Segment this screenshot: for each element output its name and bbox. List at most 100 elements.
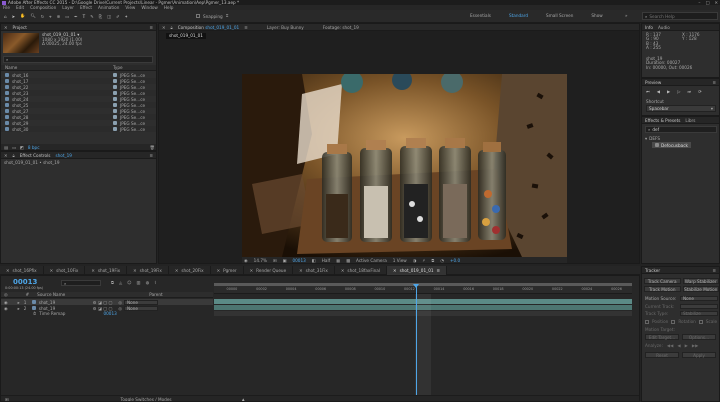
snapping-checkbox[interactable] <box>196 14 200 18</box>
panel-close-icon[interactable]: ✕ <box>4 153 8 158</box>
position-checkbox[interactable] <box>645 319 649 324</box>
close-icon[interactable]: ✕ <box>91 268 95 273</box>
tab-audio[interactable]: Audio <box>658 25 670 30</box>
rotation-checkbox[interactable] <box>671 319 676 324</box>
tab-comp-shot-31fix[interactable]: ✕ shot_31Fix <box>293 265 335 275</box>
tab-layer[interactable]: Layer: Buy Bunny <box>267 25 304 30</box>
safe-area-icon[interactable]: ⊞ <box>273 258 277 263</box>
label-color-icon[interactable] <box>113 79 117 83</box>
new-comp-icon[interactable]: ◩ <box>20 145 24 150</box>
eye-icon[interactable]: ◉ <box>4 306 8 311</box>
panel-menu-icon[interactable]: ≡ <box>149 153 153 158</box>
tab-comp-shot-20fix[interactable]: ✕ shot_20Fix <box>169 265 211 275</box>
effect-controls-title[interactable]: Effect Controls <box>20 153 51 158</box>
list-item[interactable]: shot_30 JPEG Se...ce <box>1 126 156 132</box>
workspace-show[interactable]: Show <box>591 13 602 18</box>
snapshot-icon[interactable]: ▣ <box>282 258 286 263</box>
close-icon[interactable]: ✕ <box>341 268 345 273</box>
shy-icon[interactable]: ☺︎ <box>127 280 131 285</box>
rectangle-tool-icon[interactable]: ▭ <box>65 14 69 19</box>
tab-comp-shot-16pfix[interactable]: ✕ shot_16Pfix <box>0 265 44 275</box>
list-item[interactable]: shot_24 JPEG Se...ce <box>1 96 156 102</box>
layer-name[interactable]: shot_19 <box>39 300 89 305</box>
fast-preview-icon[interactable]: ⚡︎ <box>422 258 425 263</box>
panel-close-icon[interactable]: ✕ <box>162 25 166 30</box>
analyze-back-icon[interactable]: ◀︎◀︎ <box>667 343 673 348</box>
selection-tool-icon[interactable]: ➤ <box>12 14 16 19</box>
effects-search[interactable]: ⌕ def <box>645 126 717 133</box>
warp-stabilizer-button[interactable]: Warp Stabilizer <box>682 278 719 284</box>
column-source-name[interactable]: Source Name <box>37 292 65 297</box>
workspace-small-screen[interactable]: Small Screen <box>546 13 573 18</box>
graph-editor-icon[interactable]: ⌇ <box>154 280 156 285</box>
hand-tool-icon[interactable]: ✋ <box>20 13 25 19</box>
parent-pickwhip-icon[interactable]: ◎ <box>118 300 122 305</box>
tab-libraries[interactable]: Librs <box>685 118 695 123</box>
motion-source-dropdown[interactable]: None <box>680 296 718 301</box>
transparency-icon[interactable]: ▩ <box>346 258 350 263</box>
loop-icon[interactable]: ⟳ <box>698 89 702 94</box>
label-color-icon[interactable] <box>113 85 117 89</box>
expand-icon[interactable]: ▸ <box>18 300 20 305</box>
zoom-out-icon[interactable]: ▲ <box>242 397 245 402</box>
track-motion-button[interactable]: Track Motion <box>644 286 681 292</box>
prev-frame-icon[interactable]: ◀︎ <box>657 89 660 94</box>
tab-comp-shot-10fix[interactable]: ✕ shot_10Fix <box>44 265 86 275</box>
frame-blend-icon[interactable]: ▥ <box>137 280 141 285</box>
effects-category[interactable]: ▾ DEFS <box>645 136 660 141</box>
scale-checkbox[interactable] <box>698 319 703 324</box>
effects-search-input[interactable]: def <box>652 127 659 132</box>
current-time[interactable]: 00013 <box>292 258 305 263</box>
track-type-dropdown[interactable]: Stabilize <box>680 311 718 316</box>
list-item[interactable]: shot_22 JPEG Se...ce <box>1 84 156 90</box>
time-remap-value[interactable]: 00013 <box>103 311 116 316</box>
timeline-search[interactable]: ⌕ <box>61 280 101 286</box>
camera-tool-icon[interactable]: ⌖ <box>49 14 51 19</box>
new-folder-icon[interactable]: ▭ <box>12 145 16 150</box>
apply-button[interactable]: Apply <box>682 352 716 358</box>
effect-controls-layer[interactable]: shot_19 <box>55 153 71 158</box>
tab-comp-shot-19fix[interactable]: ✕ shot_19Fix <box>85 265 128 275</box>
close-icon[interactable]: ✕ <box>6 268 10 273</box>
home-icon[interactable]: ⌂ <box>4 14 7 19</box>
views-dropdown[interactable]: 1 View <box>393 258 407 263</box>
analyze-step-forward-icon[interactable]: ▶︎ <box>685 343 688 348</box>
effects-result[interactable]: Defocusback <box>652 142 691 148</box>
clone-tool-icon[interactable]: ⎘ <box>99 14 102 19</box>
tab-comp-pgmer[interactable]: ✕ Pgmer <box>211 265 244 275</box>
analyze-step-back-icon[interactable]: ◀︎ <box>677 343 680 348</box>
trash-icon[interactable]: 🗑︎ <box>150 145 155 151</box>
lock-icon[interactable]: 🔒︎ <box>171 25 173 30</box>
reset-button[interactable]: Reset <box>645 352 679 358</box>
brush-tool-icon[interactable]: ✎ <box>90 14 94 19</box>
tab-composition[interactable]: Composition shot_019_01_01 <box>178 25 239 30</box>
analyze-forward-icon[interactable]: ▶︎▶︎ <box>692 343 698 348</box>
comp-mini-flowchart-icon[interactable]: ⧉ <box>111 280 114 285</box>
always-preview-icon[interactable]: ◉ <box>244 258 248 263</box>
motion-blur-icon[interactable]: ◍ <box>146 280 150 285</box>
label-color-icon[interactable] <box>113 109 117 113</box>
close-icon[interactable]: ✕ <box>217 268 221 273</box>
zoom-tool-icon[interactable]: 🔍︎ <box>30 13 35 19</box>
shortcut-dropdown[interactable]: Spacebar ▾ <box>646 105 716 112</box>
panel-menu-icon[interactable]: ≡ <box>712 80 716 85</box>
label-color-icon[interactable] <box>113 97 117 101</box>
label-color-icon[interactable] <box>113 91 117 95</box>
comp-flowchart-tab[interactable]: shot_019_01_01 <box>166 33 206 39</box>
edit-target-button[interactable]: Edit Target... <box>645 334 679 340</box>
region-icon[interactable]: ▦ <box>336 258 340 263</box>
close-icon[interactable]: ✕ <box>299 268 303 273</box>
options-button[interactable]: Options... <box>682 334 716 340</box>
list-item[interactable]: shot_23 JPEG Se...ce <box>1 90 156 96</box>
toggle-switches-modes[interactable]: Toggle Switches / Modes <box>121 397 172 402</box>
bpc-label[interactable]: 8 bpc <box>28 145 40 150</box>
workspace-menu-icon[interactable]: » <box>625 13 628 18</box>
stopwatch-icon[interactable]: ⏱ <box>33 311 36 316</box>
tab-comp-shot-18faxfinal[interactable]: ✕ shot_18faxFinal <box>335 265 388 275</box>
workspace-standard[interactable]: Standard <box>509 13 528 18</box>
label-color-icon[interactable] <box>113 127 117 131</box>
label-color-icon[interactable] <box>113 115 117 119</box>
layer-switches[interactable]: ⚙︎ ◪ ▢ ▢ <box>93 300 113 305</box>
column-parent[interactable]: Parent <box>149 292 162 297</box>
play-icon[interactable]: ▶︎ <box>667 89 670 94</box>
